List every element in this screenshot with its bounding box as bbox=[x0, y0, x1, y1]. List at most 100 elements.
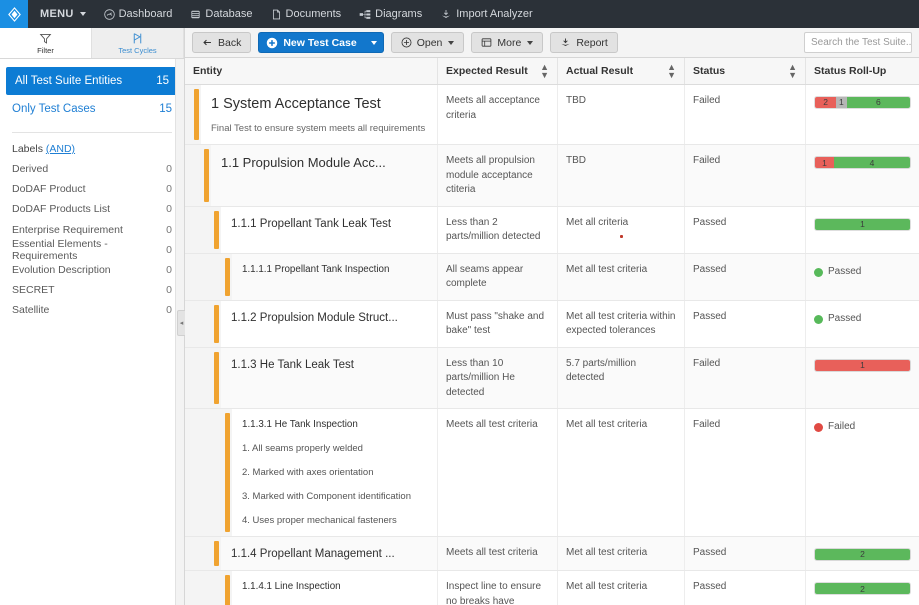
status-rollup-segment: 2 bbox=[815, 549, 910, 560]
tree-level-bar bbox=[214, 541, 219, 567]
column-header-status-rollup[interactable]: Status Roll-Up bbox=[806, 58, 919, 84]
back-button-label: Back bbox=[218, 37, 241, 49]
cell-entity[interactable]: 1.1.2 Propulsion Module Struct... bbox=[185, 301, 438, 347]
cell-entity[interactable]: 1.1.1.1 Propellant Tank Inspection bbox=[185, 254, 438, 300]
column-header-actual-result[interactable]: Actual Result ▲▼ bbox=[558, 58, 685, 84]
cell-actual-result: 5.7 parts/million detected bbox=[558, 348, 685, 409]
column-header-status-label: Status bbox=[693, 65, 725, 77]
nav-dashboard[interactable]: Dashboard bbox=[95, 0, 182, 28]
cell-expected-result: Meets all propulsion module acceptance c… bbox=[438, 145, 558, 206]
cell-expected-result: Meets all test criteria bbox=[438, 409, 558, 535]
status-rollup-bar: 14 bbox=[814, 156, 911, 169]
label-item[interactable]: Derived0 bbox=[0, 159, 184, 179]
cell-entity[interactable]: 1 System Acceptance Test Final Test to e… bbox=[185, 85, 438, 144]
test-cycles-icon bbox=[131, 32, 144, 45]
table-row[interactable]: 1 System Acceptance Test Final Test to e… bbox=[185, 85, 919, 145]
app-logo[interactable] bbox=[0, 0, 28, 28]
tab-test-cycles-label: Test Cycles bbox=[118, 46, 156, 55]
tree-level-bar bbox=[214, 305, 219, 343]
new-test-case-button[interactable]: New Test Case bbox=[258, 32, 365, 53]
tab-test-cycles[interactable]: Test Cycles bbox=[92, 28, 184, 58]
import-icon bbox=[440, 9, 452, 20]
label-item[interactable]: Satellite0 bbox=[0, 300, 184, 320]
table-row[interactable]: 1.1.2 Propulsion Module Struct... Must p… bbox=[185, 301, 919, 348]
sort-icon[interactable]: ▲▼ bbox=[788, 63, 797, 79]
tree-gutter bbox=[185, 301, 221, 347]
table-row[interactable]: 1.1.4 Propellant Management ... Meets al… bbox=[185, 537, 919, 572]
open-button[interactable]: Open bbox=[391, 32, 465, 53]
table-row[interactable]: 1.1.4.1 Line Inspection Inspect line to … bbox=[185, 571, 919, 605]
table-row[interactable]: 1.1 Propulsion Module Acc... Meets all p… bbox=[185, 145, 919, 207]
tree-level-bar bbox=[194, 89, 199, 140]
entity-steps: 1. All seams properly welded2. Marked wi… bbox=[242, 442, 429, 527]
cell-status: Failed bbox=[685, 348, 806, 409]
tree-level-bar bbox=[214, 211, 219, 249]
filter-all-test-suite-entities[interactable]: All Test Suite Entities 15 bbox=[6, 67, 178, 95]
column-header-status[interactable]: Status ▲▼ bbox=[685, 58, 806, 84]
cell-entity[interactable]: 1.1.4.1 Line Inspection bbox=[185, 571, 438, 605]
nav-documents[interactable]: Documents bbox=[262, 0, 351, 28]
cell-entity[interactable]: 1.1.3 He Tank Leak Test bbox=[185, 348, 438, 409]
more-button[interactable]: More bbox=[471, 32, 543, 53]
report-button[interactable]: Report bbox=[550, 32, 618, 53]
status-rollup-badge: Failed bbox=[814, 420, 911, 435]
sidebar-collapse-handle[interactable]: ◂ bbox=[177, 310, 185, 336]
table-row[interactable]: 1.1.1.1 Propellant Tank Inspection All s… bbox=[185, 254, 919, 301]
label-item[interactable]: DoDAF Products List0 bbox=[0, 199, 184, 219]
cell-entity[interactable]: 1.1.3.1 He Tank Inspection 1. All seams … bbox=[185, 409, 438, 535]
cell-status: Failed bbox=[685, 145, 806, 206]
tree-gutter bbox=[185, 409, 232, 535]
labels-operator-link[interactable]: (AND) bbox=[46, 143, 75, 155]
sort-icon[interactable]: ▲▼ bbox=[667, 63, 676, 79]
status-rollup-segment: 1 bbox=[836, 97, 847, 108]
label-item[interactable]: Essential Elements - Requirements0 bbox=[0, 240, 184, 260]
label-item[interactable]: DoDAF Product0 bbox=[0, 179, 184, 199]
table-row[interactable]: 1.1.3.1 He Tank Inspection 1. All seams … bbox=[185, 409, 919, 536]
tree-level-bar bbox=[204, 149, 209, 202]
cell-entity[interactable]: 1.1 Propulsion Module Acc... bbox=[185, 145, 438, 206]
cell-actual-result: Met all test criteria within expected to… bbox=[558, 301, 685, 347]
left-sidebar: Filter Test Cycles All Test Suite Entiti… bbox=[0, 28, 185, 605]
chevron-down-icon bbox=[448, 41, 454, 45]
entity-step: 4. Uses proper mechanical fasteners bbox=[242, 514, 429, 528]
search-input[interactable]: Search the Test Suite... bbox=[804, 32, 912, 53]
column-header-expected-result[interactable]: Expected Result ▲▼ bbox=[438, 58, 558, 84]
labels-heading: Labels (AND) bbox=[0, 133, 184, 159]
label-item-text: DoDAF Product bbox=[12, 183, 86, 195]
status-rollup-segment: 2 bbox=[815, 97, 836, 108]
status-rollup-segment: 4 bbox=[834, 157, 910, 168]
label-item[interactable]: SECRET0 bbox=[0, 280, 184, 300]
plus-circle-icon bbox=[266, 37, 278, 49]
label-item-text: SECRET bbox=[12, 284, 55, 296]
label-item[interactable]: Enterprise Requirement0 bbox=[0, 220, 184, 240]
top-menu-bar: MENU Dashboard Database Documents bbox=[0, 0, 919, 28]
menu-button[interactable]: MENU bbox=[28, 0, 95, 28]
table-row[interactable]: 1.1.1 Propellant Tank Leak Test Less tha… bbox=[185, 207, 919, 254]
cell-entity[interactable]: 1.1.4 Propellant Management ... bbox=[185, 537, 438, 571]
nav-database[interactable]: Database bbox=[181, 0, 261, 28]
dashboard-icon bbox=[104, 9, 115, 20]
back-button[interactable]: Back bbox=[192, 32, 251, 53]
cell-actual-result: Met all test criteria bbox=[558, 409, 685, 535]
sort-icon[interactable]: ▲▼ bbox=[540, 63, 549, 79]
cell-status-rollup: Passed bbox=[806, 254, 919, 300]
label-item-text: Satellite bbox=[12, 304, 49, 316]
cell-status: Passed bbox=[685, 254, 806, 300]
status-rollup-badge: Passed bbox=[814, 312, 911, 327]
nav-import-analyzer[interactable]: Import Analyzer bbox=[431, 0, 541, 28]
tree-gutter bbox=[185, 571, 232, 605]
tree-level-bar bbox=[225, 258, 230, 296]
cell-status-rollup: 216 bbox=[806, 85, 919, 144]
new-test-case-dropdown-toggle[interactable] bbox=[366, 32, 384, 53]
cell-entity[interactable]: 1.1.1 Propellant Tank Leak Test bbox=[185, 207, 438, 253]
tab-filter[interactable]: Filter bbox=[0, 28, 92, 58]
filter-only-test-cases[interactable]: Only Test Cases 15 bbox=[0, 95, 184, 123]
nav-diagrams[interactable]: Diagrams bbox=[350, 0, 431, 28]
status-dot-icon bbox=[814, 268, 823, 277]
column-header-entity[interactable]: Entity bbox=[185, 58, 438, 84]
entity-title: 1.1.3.1 He Tank Inspection bbox=[242, 418, 429, 432]
label-item[interactable]: Evolution Description0 bbox=[0, 260, 184, 280]
table-row[interactable]: 1.1.3 He Tank Leak Test Less than 10 par… bbox=[185, 348, 919, 410]
nav-diagrams-label: Diagrams bbox=[375, 8, 422, 20]
entity-content: 1.1.4.1 Line Inspection bbox=[232, 571, 437, 605]
